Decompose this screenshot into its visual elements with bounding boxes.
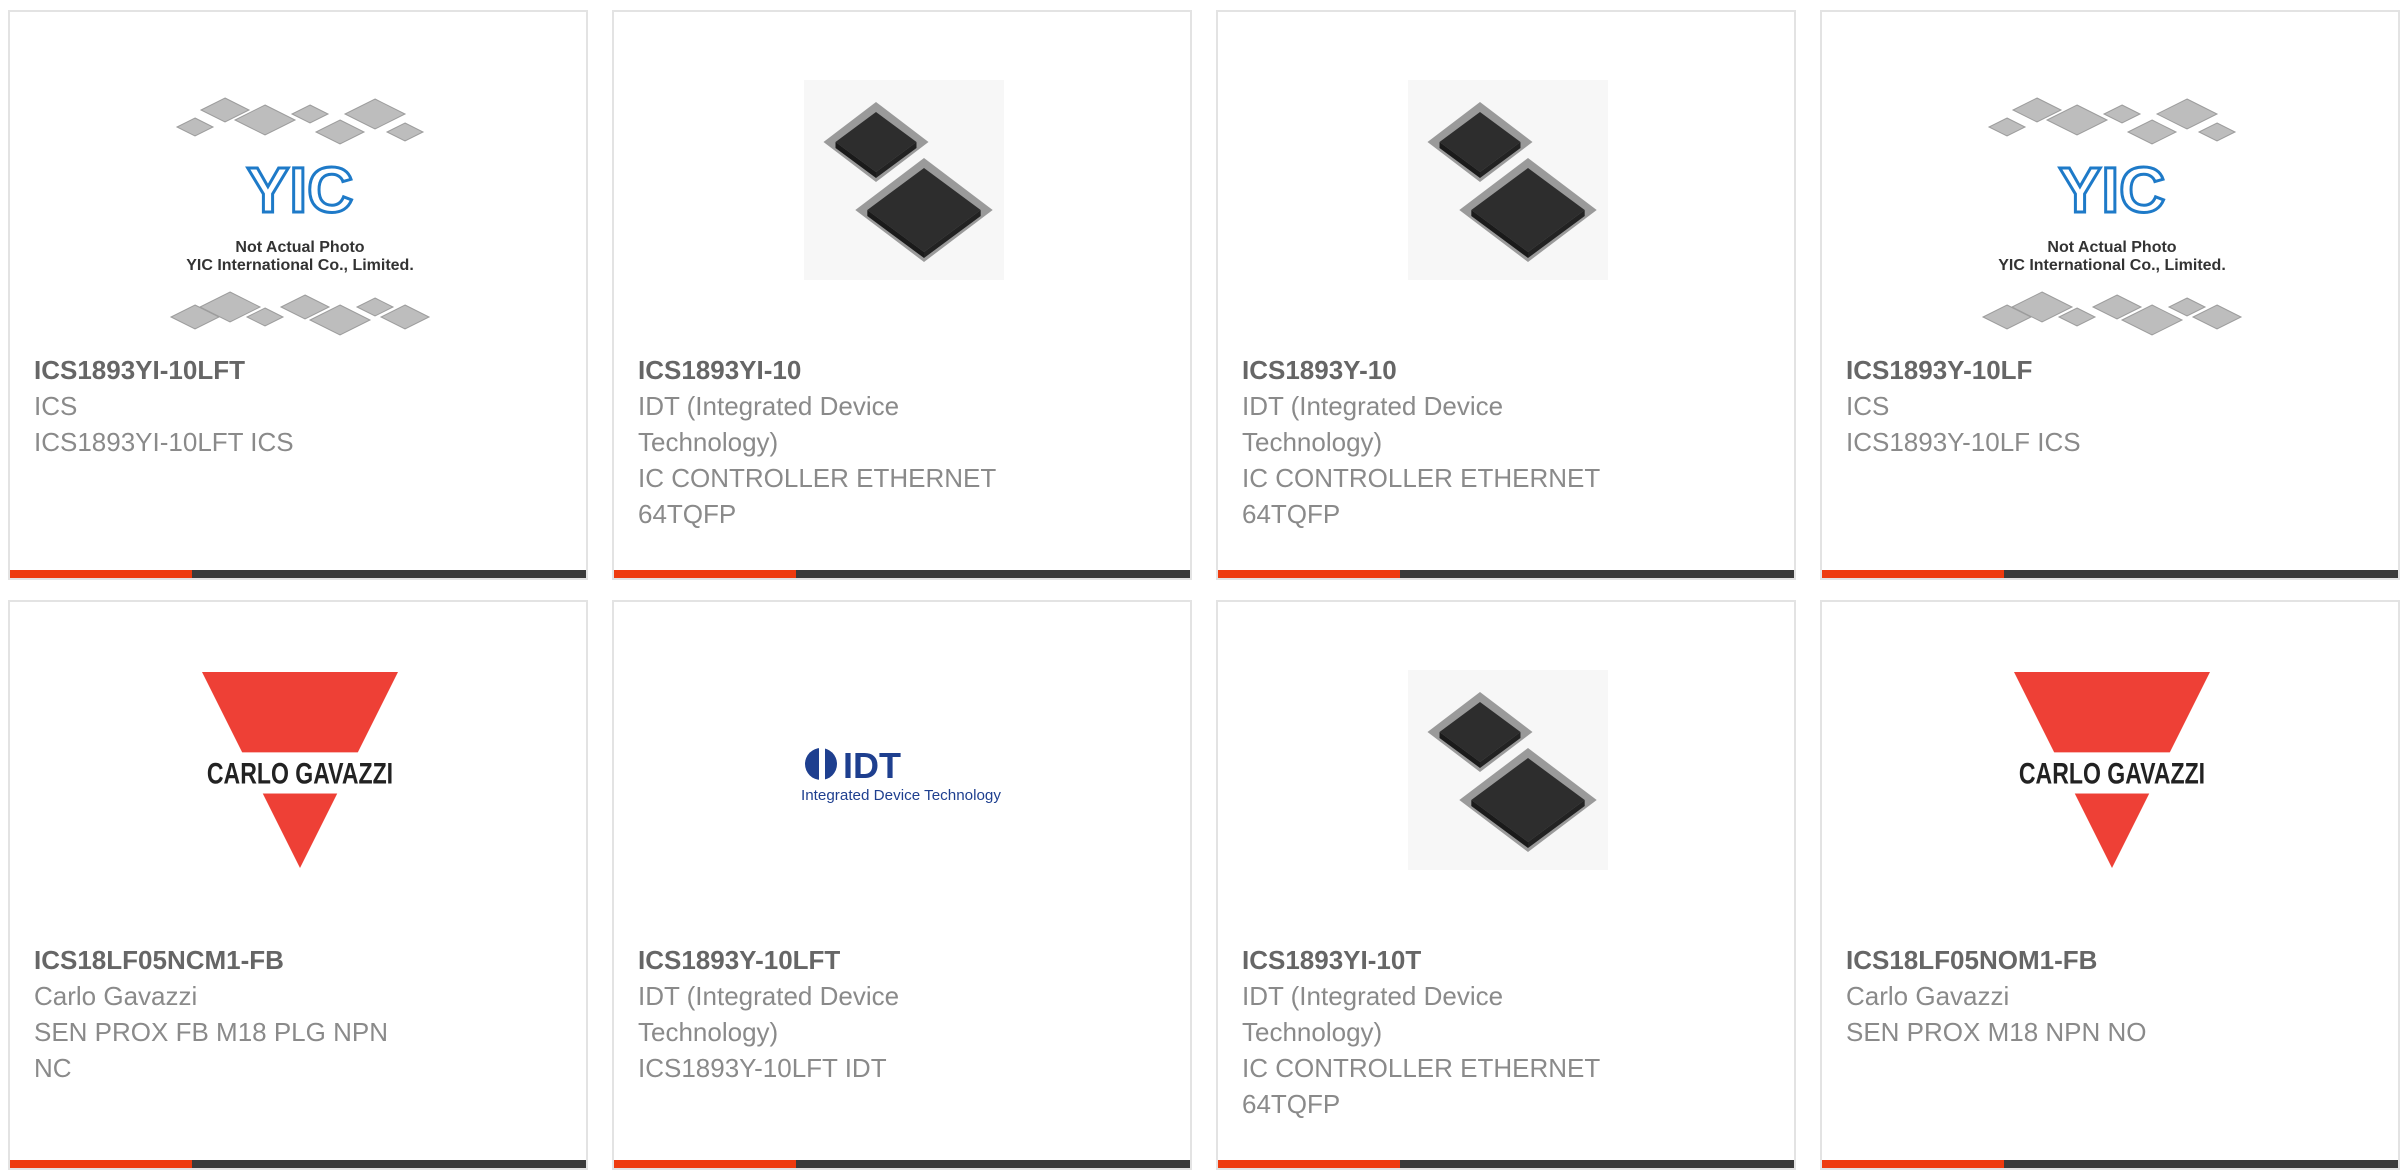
tqfp-chip	[1408, 670, 1608, 870]
product-image[interactable]	[1218, 12, 1794, 352]
manufacturer-text: IDT (Integrated Device	[1242, 391, 1504, 421]
placeholder-company: YIC International Co., Limited.	[1998, 257, 2226, 274]
idt-logo-text: IDT	[843, 745, 901, 786]
description-text: NC	[34, 1053, 72, 1083]
card-bottom-bar	[614, 570, 1190, 578]
manufacturer-text: ICS	[1846, 391, 1890, 421]
component-thumbnail	[1987, 117, 2027, 137]
product-card[interactable]: YIC Not Actual Photo YIC International Co.…	[8, 10, 588, 580]
description-text: ICS1893Y-10LFT IDT	[638, 1053, 887, 1083]
card-bottom-bar	[10, 570, 586, 578]
manufacturer-text: Technology)	[1242, 427, 1383, 457]
product-card[interactable]: YIC Not Actual Photo YIC International Co.…	[1820, 10, 2400, 580]
manufacturer-text: Technology)	[638, 427, 779, 457]
tqfp-chip	[1408, 80, 1608, 280]
idt-logo-cut	[819, 748, 825, 780]
card-accent-bar	[614, 570, 796, 578]
product-card[interactable]: ICS1893YI-10T IDT (Integrated Device Techn…	[1216, 600, 1796, 1170]
product-image[interactable]: CARLO GAVAZZI	[10, 602, 586, 942]
manufacturer-text: ICS	[34, 391, 78, 421]
component-thumbnail	[290, 104, 330, 124]
description-text: IC CONTROLLER ETHERNET	[1242, 1053, 1601, 1083]
product-image[interactable]: IDT Integrated Device Technology	[614, 602, 1190, 942]
description-text: 64TQFP	[1242, 499, 1341, 529]
description-text: 64TQFP	[1242, 1089, 1341, 1119]
description-text: 64TQFP	[638, 499, 737, 529]
component-thumbnail	[175, 117, 215, 137]
manufacturer-text: Technology)	[1242, 1017, 1383, 1047]
part-number-link[interactable]: ICS1893YI-10	[638, 352, 1048, 388]
product-image[interactable]: YIC Not Actual Photo YIC International Co.…	[1822, 12, 2398, 352]
product-info: ICS18LF05NOM1-FB Carlo Gavazzi SEN PROX M1…	[1846, 942, 2256, 1050]
description-text: SEN PROX FB M18 PLG NPN	[34, 1017, 388, 1047]
card-accent-bar	[10, 570, 192, 578]
part-number-link[interactable]: ICS18LF05NOM1-FB	[1846, 942, 2256, 978]
component-thumbnail	[2126, 119, 2178, 145]
placeholder-note: Not Actual Photo	[235, 239, 364, 256]
manufacturer-text: IDT (Integrated Device	[638, 391, 900, 421]
product-info: ICS1893Y-10LFT IDT (Integrated Device Tech…	[638, 942, 1048, 1086]
tqfp-chip	[804, 80, 1004, 280]
part-number-link[interactable]: ICS1893YI-10T	[1242, 942, 1652, 978]
description-text: ICS1893YI-10LFT ICS	[34, 427, 294, 457]
part-number-link[interactable]: ICS1893Y-10LFT	[638, 942, 1048, 978]
product-image[interactable]: CARLO GAVAZZI	[1822, 602, 2398, 942]
carlo-gavazzi-logo: CARLO GAVAZZI	[202, 672, 398, 868]
yic-placeholder: YIC Not Actual PhotoYIC International Co.…	[1981, 97, 2243, 336]
manufacturer-text: Carlo Gavazzi	[34, 981, 198, 1011]
manufacturer-text: IDT (Integrated Device	[638, 981, 900, 1011]
component-thumbnail	[385, 122, 425, 142]
carlo-gavazzi-logo: CARLO GAVAZZI	[207, 758, 393, 791]
product-image[interactable]: YIC Not Actual Photo YIC International Co.…	[10, 12, 586, 352]
component-thumbnail	[2155, 98, 2219, 130]
carlo-gavazzi-logo: CARLO GAVAZZI	[2014, 672, 2210, 868]
card-bottom-bar	[1218, 570, 1794, 578]
product-info: ICS1893YI-10 IDT (Integrated Device Techno…	[638, 352, 1048, 532]
product-info: ICS18LF05NCM1-FB Carlo Gavazzi SEN PROX FB…	[34, 942, 444, 1086]
component-thumbnail	[314, 119, 366, 145]
product-card[interactable]: ICS1893YI-10 IDT (Integrated Device Techno…	[612, 10, 1192, 580]
product-card[interactable]: IDT Integrated Device Technology ICS1893Y-…	[612, 600, 1192, 1170]
product-card[interactable]: CARLO GAVAZZI ICS18LF05NCM1-FB Carlo Gavaz…	[8, 600, 588, 1170]
placeholder-company: YIC International Co., Limited.	[186, 257, 414, 274]
yic-placeholder: YIC Not Actual PhotoYIC International Co.…	[169, 97, 431, 336]
idt-logo-subtitle: Integrated Device Technology	[801, 787, 1001, 804]
part-number-link[interactable]: ICS1893Y-10LF	[1846, 352, 2256, 388]
card-bottom-bar	[1822, 570, 2398, 578]
manufacturer-text: Technology)	[638, 1017, 779, 1047]
description-text: ICS1893Y-10LF ICS	[1846, 427, 2081, 457]
placeholder-note: Not Actual Photo	[2047, 239, 2176, 256]
manufacturer-text: IDT (Integrated Device	[1242, 981, 1504, 1011]
product-image[interactable]	[614, 12, 1190, 352]
description-text: IC CONTROLLER ETHERNET	[638, 463, 997, 493]
yic-logo: YIC	[2059, 154, 2166, 226]
card-accent-bar	[1822, 570, 2004, 578]
idt-logo: IDTIntegrated Device Technology	[801, 745, 1001, 804]
manufacturer-text: Carlo Gavazzi	[1846, 981, 2010, 1011]
card-accent-bar	[1218, 570, 1400, 578]
product-info: ICS1893YI-10T IDT (Integrated Device Techn…	[1242, 942, 1652, 1122]
carlo-gavazzi-logo: CARLO GAVAZZI	[2019, 758, 2205, 791]
description-text: IC CONTROLLER ETHERNET	[1242, 463, 1601, 493]
product-grid: YIC Not Actual Photo YIC International Co.…	[8, 10, 2400, 1170]
part-number-link[interactable]: ICS18LF05NCM1-FB	[34, 942, 444, 978]
part-number-link[interactable]: ICS1893Y-10	[1242, 352, 1652, 388]
product-image[interactable]	[1218, 602, 1794, 942]
yic-logo: YIC	[247, 154, 354, 226]
description-text: SEN PROX M18 NPN NO	[1846, 1017, 2147, 1047]
component-thumbnail	[2197, 122, 2237, 142]
product-card[interactable]: ICS1893Y-10 IDT (Integrated Device Technol…	[1216, 10, 1796, 580]
product-info: ICS1893Y-10 IDT (Integrated Device Technol…	[1242, 352, 1652, 532]
product-info: ICS1893YI-10LFT ICS ICS1893YI-10LFT ICS	[34, 352, 444, 460]
product-card[interactable]: CARLO GAVAZZI ICS18LF05NOM1-FB Carlo Gavaz…	[1820, 600, 2400, 1170]
component-thumbnail	[343, 98, 407, 130]
product-info: ICS1893Y-10LF ICS ICS1893Y-10LF ICS	[1846, 352, 2256, 460]
component-thumbnail	[2102, 104, 2142, 124]
part-number-link[interactable]: ICS1893YI-10LFT	[34, 352, 444, 388]
